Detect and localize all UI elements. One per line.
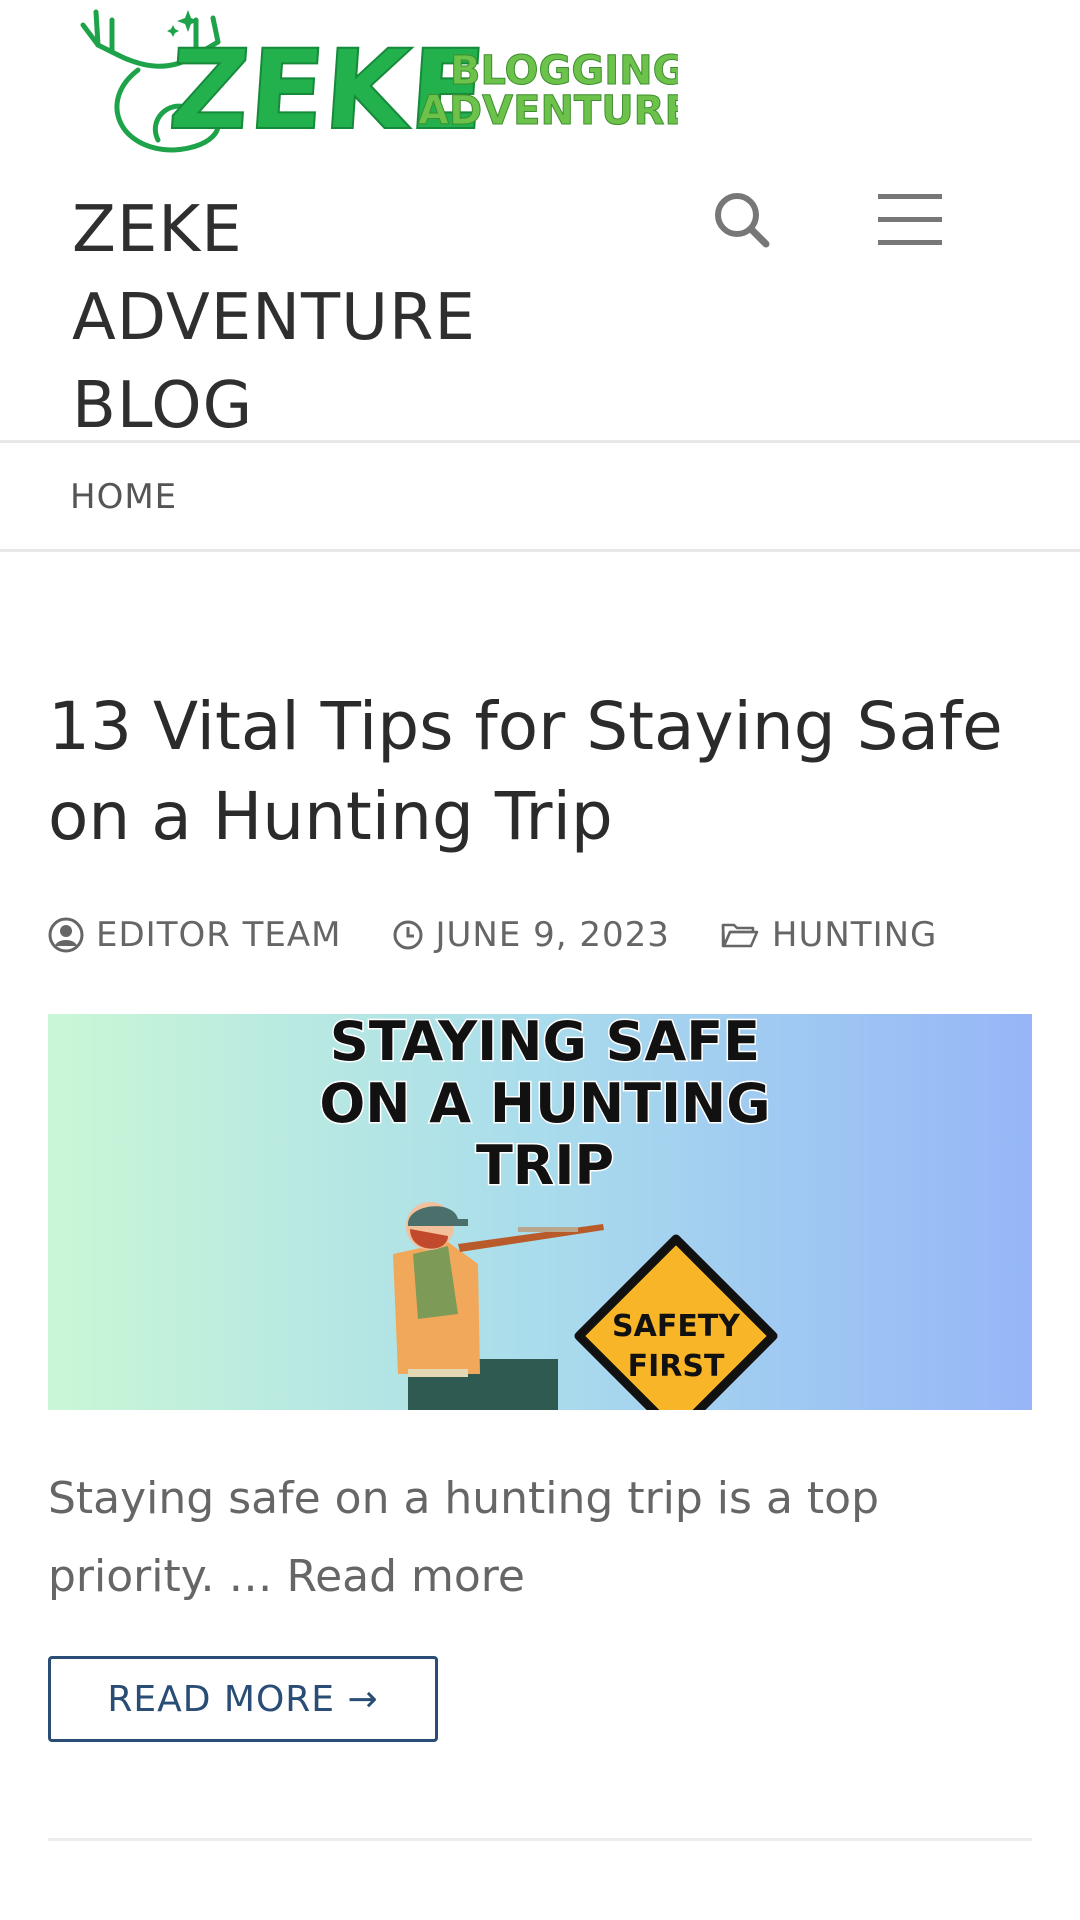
logo-tagline-2: ADVENTURES (418, 88, 678, 134)
image-headline-line: ON A HUNTING (319, 1072, 770, 1135)
post-date-text: JUNE 9, 2023 (435, 915, 670, 955)
post-title[interactable]: 13 Vital Tips for Staying Safe on a Hunt… (48, 682, 1038, 862)
hamburger-menu-icon (878, 194, 942, 245)
clock-icon (393, 920, 422, 950)
post-featured-image[interactable]: STAYING SAFE ON A HUNTING TRIP SAFETY FI… (48, 1014, 1032, 1410)
menu-button[interactable] (874, 190, 944, 250)
image-headline-line: STAYING SAFE (330, 1014, 760, 1073)
site-logo[interactable]: ZEKE BLOGGING ADVENTURES (78, 0, 721, 160)
read-more-button[interactable]: READ MORE → (48, 1656, 438, 1742)
post-excerpt: Staying safe on a hunting trip is a top … (48, 1460, 1038, 1616)
post-meta: EDITOR TEAM JUNE 9, 2023 HUNTING (48, 910, 987, 960)
search-button[interactable] (712, 190, 772, 250)
search-icon (715, 193, 770, 248)
post-author-name: EDITOR TEAM (96, 915, 342, 955)
nav-item-home[interactable]: HOME (70, 477, 177, 517)
folder-icon (721, 923, 759, 948)
sign-text-line: SAFETY (612, 1309, 741, 1344)
post-date: JUNE 9, 2023 (392, 915, 670, 955)
excerpt-read-more-link[interactable]: Read more (286, 1551, 525, 1602)
post-category[interactable]: HUNTING (720, 915, 937, 955)
site-title-line: ADVENTURE (72, 281, 476, 355)
site-title[interactable]: ZEKE ADVENTURE BLOG (72, 186, 592, 450)
site-title-line: ZEKE (72, 193, 243, 267)
site-title-line: BLOG (72, 369, 254, 443)
post-divider (48, 1838, 1032, 1841)
post-author[interactable]: EDITOR TEAM (48, 915, 342, 955)
sign-text-line: FIRST (628, 1349, 725, 1384)
post-category-name: HUNTING (771, 915, 938, 955)
primary-nav: HOME (0, 440, 1080, 552)
user-circle-icon (48, 917, 84, 953)
image-headline-line: TRIP (476, 1134, 614, 1197)
